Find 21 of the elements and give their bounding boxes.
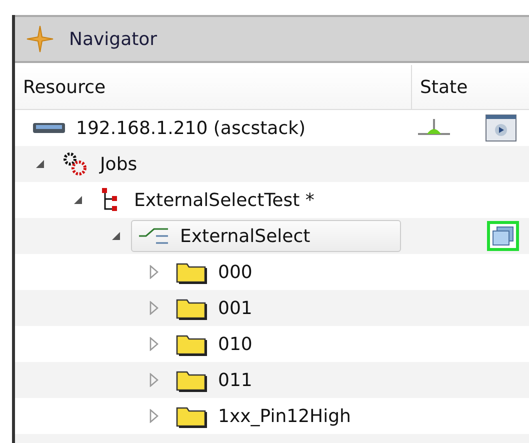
tree-item[interactable]: 192.168.1.210 (ascstack) — [25, 112, 401, 144]
collapse-triangle-icon[interactable] — [73, 195, 83, 205]
expand-triangle-icon[interactable] — [149, 337, 159, 351]
collapse-triangle-icon[interactable] — [111, 231, 121, 241]
panel-title: Navigator — [69, 28, 158, 50]
expand-triangle-icon[interactable] — [149, 301, 159, 315]
tree-item[interactable]: 010 — [169, 328, 401, 360]
expand-triangle-icon[interactable] — [149, 373, 159, 387]
collapse-triangle-icon[interactable] — [35, 159, 45, 169]
column-header[interactable]: Resource — [15, 65, 412, 109]
windows-icon[interactable] — [487, 221, 519, 251]
tree-item[interactable]: 1xx_Pin12High — [169, 400, 401, 432]
expand-triangle-icon[interactable] — [149, 409, 159, 423]
tree-item[interactable]: 000 — [169, 256, 401, 288]
server-icon — [32, 121, 66, 135]
selected-tree-item[interactable]: ExternalSelect — [131, 220, 401, 252]
expand-triangle-icon[interactable] — [149, 265, 159, 279]
column-header[interactable]: State — [412, 65, 468, 109]
tree-item[interactable]: ExternalSelectTest * — [93, 184, 401, 216]
play-icon[interactable] — [485, 114, 517, 142]
compass-icon — [25, 24, 55, 54]
